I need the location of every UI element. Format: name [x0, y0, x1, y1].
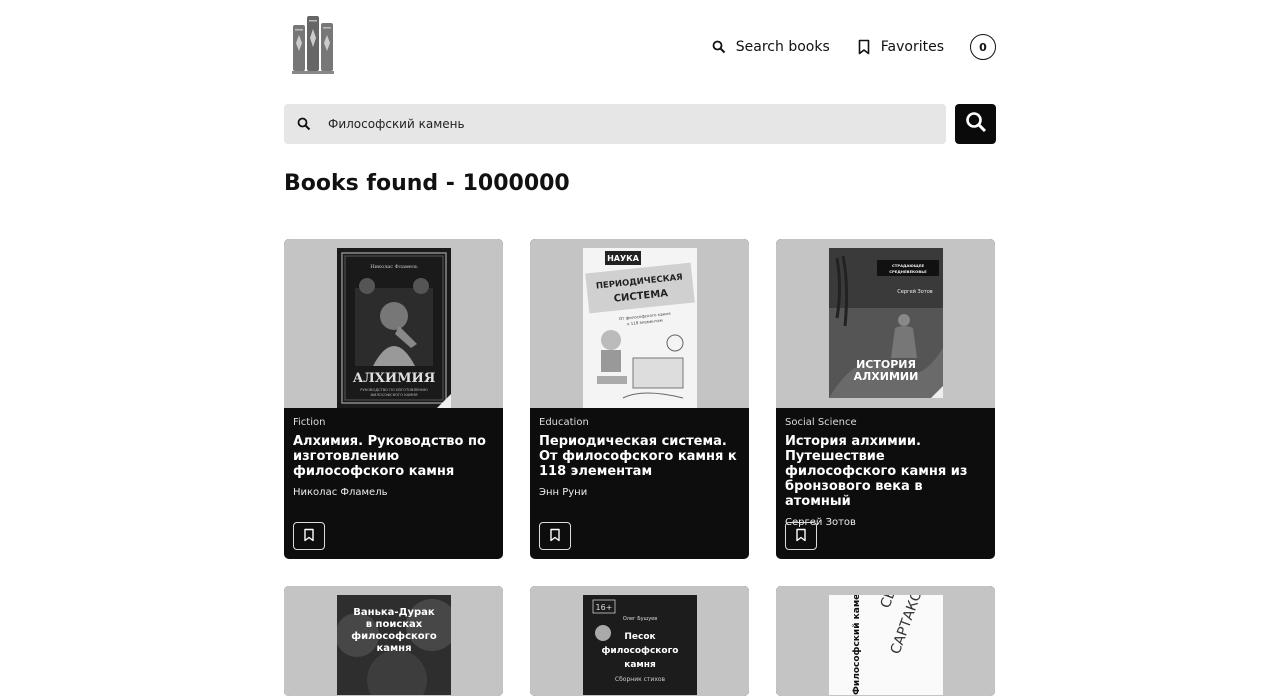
- svg-text:СРЕДНЕВЕКОВЬЕ: СРЕДНЕВЕКОВЬЕ: [889, 269, 927, 274]
- bookmark-icon: [795, 527, 807, 546]
- book-info: Social Science История алхимии. Путешест…: [785, 417, 990, 528]
- cover-badge: НАУКА: [607, 254, 640, 263]
- svg-text:камня: камня: [376, 643, 411, 654]
- svg-text:в поисках: в поисках: [366, 619, 423, 630]
- cover-area: 16+ Олег Бушуев Песок философского камня…: [530, 586, 749, 696]
- book-author: Энн Руни: [539, 487, 588, 498]
- cover-age: 16+: [596, 603, 613, 612]
- bookmark-icon: [857, 39, 871, 55]
- svg-text:ФИЛОСОФСКОГО КАМНЯ: ФИЛОСОФСКОГО КАМНЯ: [370, 393, 418, 397]
- bookmark-icon: [549, 527, 561, 546]
- svg-text:философского: философского: [351, 630, 437, 642]
- add-to-favorites-button[interactable]: [293, 522, 325, 550]
- book-card[interactable]: НАУКА ПЕРИОДИЧЕСКАЯ СИСТЕМА От философск…: [530, 239, 749, 559]
- header: Search books Favorites 0: [284, 0, 996, 90]
- cover-area: НАУКА ПЕРИОДИЧЕСКАЯ СИСТЕМА От философск…: [530, 239, 749, 408]
- book-cover[interactable]: АЛХИМИЯ РУКОВОДСТВО ПО ИЗГОТОВЛЕНИЮ ФИЛО…: [337, 248, 451, 408]
- add-to-favorites-button[interactable]: [785, 522, 817, 550]
- book-title[interactable]: Периодическая система. От философского к…: [539, 434, 744, 479]
- search-icon: [712, 40, 726, 54]
- book-cover[interactable]: 16+ Олег Бушуев Песок философского камня…: [583, 595, 697, 695]
- cover-area: Ванька-Дурак в поисках философского камн…: [284, 586, 503, 696]
- book-cover[interactable]: СТРАДАЮЩЕЕ СРЕДНЕВЕКОВЬЕ Сергей Зотов ИС…: [829, 248, 943, 398]
- book-cover[interactable]: Философский камень СЕРГЕЙ САРТАКОВ: [829, 595, 943, 695]
- results-count-title: Books found - 1000000: [284, 171, 570, 196]
- search-books-label: Search books: [735, 39, 830, 55]
- svg-text:Песок: Песок: [624, 632, 655, 642]
- favorites-label: Favorites: [880, 39, 944, 55]
- search-icon: [965, 111, 987, 137]
- svg-text:АЛХИМИИ: АЛХИМИИ: [854, 370, 919, 383]
- add-to-favorites-button[interactable]: [539, 522, 571, 550]
- search-books-link[interactable]: Search books: [712, 39, 830, 55]
- header-nav: Search books Favorites 0: [712, 33, 996, 61]
- cover-title: АЛХИМИЯ: [353, 371, 436, 386]
- svg-text:Ванька-Дурак: Ванька-Дурак: [353, 607, 435, 618]
- svg-text:камня: камня: [624, 660, 656, 670]
- cover-area: АЛХИМИЯ РУКОВОДСТВО ПО ИЗГОТОВЛЕНИЮ ФИЛО…: [284, 239, 503, 408]
- cover-author: Сергей Зотов: [897, 288, 933, 295]
- cover-area: Философский камень СЕРГЕЙ САРТАКОВ: [776, 586, 995, 696]
- book-card[interactable]: СТРАДАЮЩЕЕ СРЕДНЕВЕКОВЬЕ Сергей Зотов ИС…: [776, 239, 995, 559]
- search-submit-button[interactable]: [955, 104, 996, 144]
- book-card[interactable]: АЛХИМИЯ РУКОВОДСТВО ПО ИЗГОТОВЛЕНИЮ ФИЛО…: [284, 239, 503, 559]
- book-cover[interactable]: НАУКА ПЕРИОДИЧЕСКАЯ СИСТЕМА От философск…: [583, 248, 697, 408]
- search-input[interactable]: [328, 104, 928, 144]
- book-title[interactable]: История алхимии. Путешествие философског…: [785, 434, 990, 509]
- book-author: Николас Фламель: [293, 487, 388, 498]
- book-card[interactable]: Философский камень СЕРГЕЙ САРТАКОВ: [776, 586, 995, 696]
- book-card[interactable]: Ванька-Дурак в поисках философского камн…: [284, 586, 503, 696]
- bookmark-icon: [303, 527, 315, 546]
- search-field: [284, 104, 946, 144]
- book-category: Social Science: [785, 417, 857, 428]
- cover-author: Николас Фламель: [370, 264, 418, 270]
- book-category: Fiction: [293, 417, 326, 428]
- favorites-count-badge[interactable]: 0: [970, 34, 996, 60]
- cover-author: Олег Бушуев: [623, 616, 657, 622]
- favorites-link[interactable]: Favorites: [857, 39, 944, 55]
- book-info: Fiction Алхимия. Руководство по изготовл…: [293, 417, 498, 498]
- svg-text:СТРАДАЮЩЕЕ: СТРАДАЮЩЕЕ: [892, 263, 925, 268]
- svg-text:РУКОВОДСТВО ПО ИЗГОТОВЛЕНИЮ: РУКОВОДСТВО ПО ИЗГОТОВЛЕНИЮ: [360, 388, 428, 392]
- book-title[interactable]: Алхимия. Руководство по изготовлению фил…: [293, 434, 498, 479]
- book-category: Education: [539, 417, 589, 428]
- cover-area: СТРАДАЮЩЕЕ СРЕДНЕВЕКОВЬЕ Сергей Зотов ИС…: [776, 239, 995, 408]
- svg-text:философского: философского: [602, 646, 679, 656]
- cover-subtitle: Сборник стихов: [615, 676, 666, 683]
- book-info: Education Периодическая система. От фило…: [539, 417, 744, 498]
- svg-text:Философский камень: Философский камень: [852, 595, 862, 695]
- logo-books-icon[interactable]: [292, 15, 334, 75]
- book-cover[interactable]: Ванька-Дурак в поисках философского камн…: [337, 595, 451, 695]
- search-icon: [297, 116, 311, 135]
- book-card[interactable]: 16+ Олег Бушуев Песок философского камня…: [530, 586, 749, 696]
